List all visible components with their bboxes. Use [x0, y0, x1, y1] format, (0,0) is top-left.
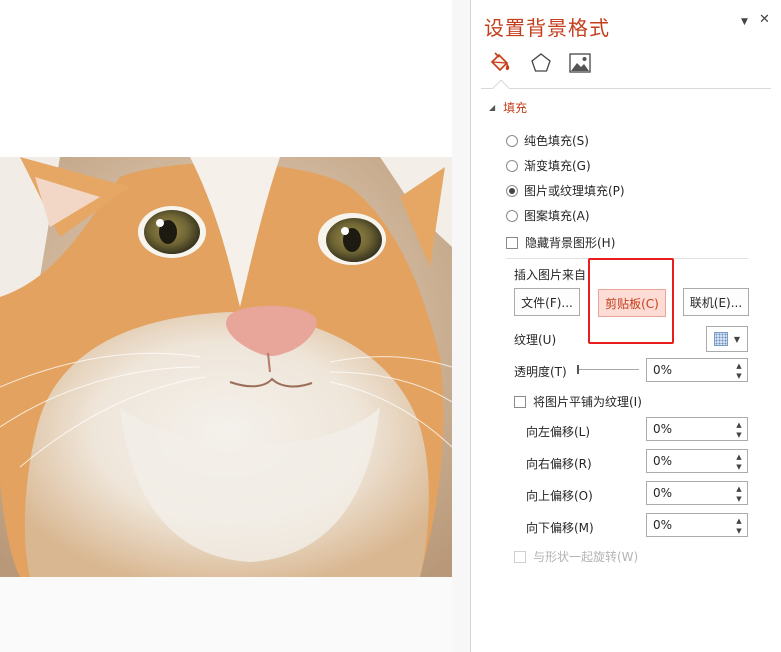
spinner-value[interactable]: 0%	[653, 518, 672, 532]
checkbox[interactable]	[514, 395, 526, 408]
offset-bottom-label: 向下偏移(M)	[526, 521, 594, 535]
spinner-value[interactable]: 0%	[653, 454, 672, 468]
spin-down-icon[interactable]: ▼	[734, 526, 744, 536]
spinner-value[interactable]: 0%	[653, 363, 672, 377]
close-icon[interactable]: ✕	[759, 12, 770, 27]
radio-label: 纯色填充(S)	[524, 134, 589, 148]
checkbox-label: 与形状一起旋转(W)	[533, 550, 639, 564]
spin-up-icon[interactable]: ▲	[734, 452, 744, 462]
radio-gradient-fill[interactable]: 渐变填充(G)	[506, 157, 591, 174]
fill-section-title: 填充	[503, 101, 528, 115]
transparency-slider-thumb[interactable]	[577, 365, 579, 374]
collapse-triangle-icon: ◢	[489, 103, 496, 112]
spin-down-icon[interactable]: ▼	[734, 371, 744, 381]
online-button[interactable]: 联机(E)...	[683, 288, 749, 316]
offset-left-spinner[interactable]: 0% ▲ ▼	[646, 417, 748, 441]
pane-title: 设置背景格式	[484, 16, 610, 40]
radio-button[interactable]	[506, 134, 518, 147]
spin-down-icon[interactable]: ▼	[734, 494, 744, 504]
offset-right-label: 向右偏移(R)	[526, 457, 592, 471]
checkbox-disabled	[514, 550, 526, 563]
clipboard-button[interactable]: 剪贴板(C)	[598, 289, 666, 317]
offset-bottom-spinner[interactable]: 0% ▲ ▼	[646, 513, 748, 537]
cat-photo[interactable]	[0, 157, 452, 577]
checkbox[interactable]	[506, 236, 518, 249]
spin-up-icon[interactable]: ▲	[734, 361, 744, 371]
spin-down-icon[interactable]: ▼	[734, 430, 744, 440]
checkbox-label: 隐藏背景图形(H)	[525, 236, 616, 250]
rotate-with-shape-checkbox-row: 与形状一起旋转(W)	[514, 548, 638, 565]
offset-top-label: 向上偏移(O)	[526, 489, 593, 503]
pane-options-dropdown-icon[interactable]: ▼	[741, 17, 748, 27]
radio-button-selected[interactable]	[506, 184, 518, 197]
texture-label: 纹理(U)	[514, 333, 557, 347]
spin-up-icon[interactable]: ▲	[734, 516, 744, 526]
texture-dropdown[interactable]: ▼	[706, 326, 748, 352]
section-separator	[506, 258, 748, 259]
spin-up-icon[interactable]: ▲	[734, 420, 744, 430]
chevron-down-icon: ▼	[733, 334, 741, 344]
slide-bottom-area	[0, 577, 452, 652]
transparency-slider-track[interactable]	[577, 369, 639, 370]
transparency-spinner[interactable]: 0% ▲ ▼	[646, 358, 748, 382]
spin-down-icon[interactable]: ▼	[734, 462, 744, 472]
insert-from-label: 插入图片来自	[514, 268, 587, 282]
radio-solid-fill[interactable]: 纯色填充(S)	[506, 132, 589, 149]
tab-divider	[481, 88, 771, 89]
offset-top-spinner[interactable]: 0% ▲ ▼	[646, 481, 748, 505]
tile-as-texture-checkbox-row[interactable]: 将图片平铺为纹理(I)	[514, 393, 642, 410]
spinner-value[interactable]: 0%	[653, 422, 672, 436]
paint-bucket-icon[interactable]	[486, 50, 512, 76]
checkbox-label: 将图片平铺为纹理(I)	[533, 395, 642, 409]
offset-right-spinner[interactable]: 0% ▲ ▼	[646, 449, 748, 473]
spin-up-icon[interactable]: ▲	[734, 484, 744, 494]
pentagon-icon[interactable]	[528, 50, 554, 76]
picture-icon[interactable]	[567, 50, 593, 76]
radio-button[interactable]	[506, 159, 518, 172]
radio-label: 渐变填充(G)	[524, 159, 591, 173]
spinner-value[interactable]: 0%	[653, 486, 672, 500]
active-tab-indicator	[492, 79, 510, 97]
radio-button[interactable]	[506, 209, 518, 222]
radio-label: 图案填充(A)	[524, 209, 590, 223]
slide-editing-area	[0, 0, 470, 652]
transparency-label: 透明度(T)	[514, 365, 567, 379]
file-button[interactable]: 文件(F)...	[514, 288, 580, 316]
hide-bg-graphics-checkbox-row[interactable]: 隐藏背景图形(H)	[506, 234, 615, 251]
texture-swatch-icon	[713, 332, 728, 346]
offset-left-label: 向左偏移(L)	[526, 425, 591, 439]
radio-picture-texture-fill[interactable]: 图片或纹理填充(P)	[506, 182, 625, 199]
radio-label: 图片或纹理填充(P)	[524, 184, 625, 198]
radio-pattern-fill[interactable]: 图案填充(A)	[506, 207, 590, 224]
fill-section-header[interactable]: ◢ 填充	[489, 99, 527, 116]
